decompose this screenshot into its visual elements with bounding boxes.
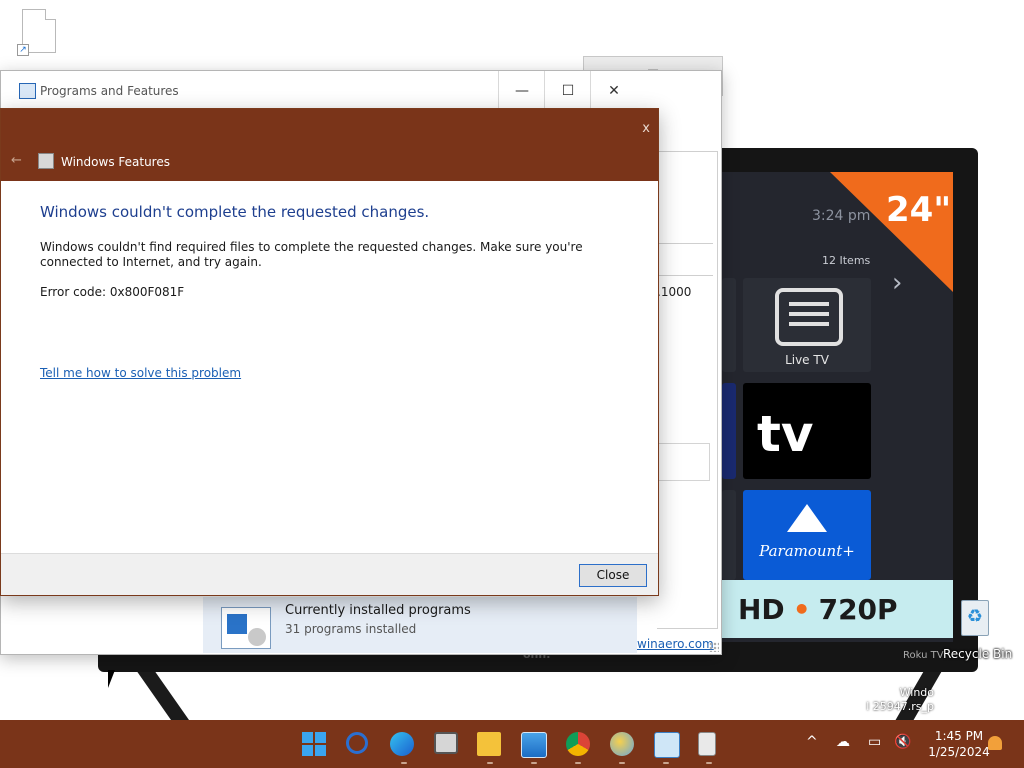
window-titlebar: Programs and Features — ☐ ✕ xyxy=(1,71,721,111)
paramount-logo: Paramount+ xyxy=(759,542,855,560)
tv-chevron-right-icon: › xyxy=(892,268,903,298)
running-indicator xyxy=(575,762,581,764)
tv-roku-label: Roku TV xyxy=(903,650,944,661)
control-panel-icon[interactable] xyxy=(654,732,680,758)
onedrive-icon[interactable]: ☁ xyxy=(836,734,850,750)
divider xyxy=(657,275,713,276)
tv-tile-live-tv: Live TV xyxy=(743,278,871,372)
file-explorer-icon[interactable] xyxy=(477,732,501,756)
dialog-header: x ← Windows Features xyxy=(1,109,658,181)
installed-summary-count: 31 programs installed xyxy=(285,622,417,636)
chrome-icon[interactable] xyxy=(566,732,590,756)
tv-size-badge-text: 24" xyxy=(886,190,952,230)
build-watermark: Windo l 25947.rs_p xyxy=(866,686,934,713)
installed-programs-icon xyxy=(221,607,271,649)
taskbar: ^ ☁ ▭ 🔇 xyxy=(0,720,1024,768)
maximize-button[interactable]: ☐ xyxy=(544,71,591,111)
error-message: Windows couldn't find required files to … xyxy=(40,240,583,269)
installed-summary-title: Currently installed programs xyxy=(285,603,471,618)
show-hidden-icons-chevron-icon[interactable]: ^ xyxy=(806,734,818,750)
edge-pre-icon[interactable] xyxy=(390,732,414,756)
running-indicator xyxy=(531,762,537,764)
live-tv-icon xyxy=(775,288,843,346)
network-icon[interactable]: ▭ xyxy=(868,734,881,750)
close-button[interactable]: Close xyxy=(579,564,647,587)
program-version-cell: .1000 xyxy=(657,285,692,299)
running-indicator xyxy=(663,762,669,764)
clock-time: 1:45 PM xyxy=(934,729,984,743)
running-indicator xyxy=(401,762,407,764)
clock-date: 1/25/2024 xyxy=(928,745,990,759)
windows-start-icon[interactable] xyxy=(302,732,326,756)
tv-items: 12 Items xyxy=(822,254,871,267)
recycle-bin-label[interactable]: Recycle Bin xyxy=(943,647,1012,661)
notification-bell-icon[interactable] xyxy=(988,736,1002,750)
windows-features-dialog: x ← Windows Features Windows couldn't co… xyxy=(0,108,659,596)
installed-summary: Currently installed programs 31 programs… xyxy=(203,597,637,653)
dialog-title: Windows Features xyxy=(61,155,170,169)
details-box xyxy=(657,443,710,481)
search-icon[interactable] xyxy=(346,732,368,754)
notepad-icon[interactable] xyxy=(698,732,716,756)
error-heading: Windows couldn't complete the requested … xyxy=(40,203,430,221)
back-arrow-icon[interactable]: ← xyxy=(11,153,22,168)
paramount-mountain-icon xyxy=(787,504,827,532)
photos-icon[interactable] xyxy=(521,732,547,758)
tv-resolution-banner: HD • 720P xyxy=(720,580,953,638)
apple-tv-logo: tv xyxy=(757,405,814,463)
tv-time: 3:24 pm xyxy=(812,208,871,224)
mouse-cursor-icon xyxy=(108,670,115,688)
tv-tile-apple-tv: tv xyxy=(743,383,871,479)
running-indicator xyxy=(487,762,493,764)
desktop-shortcut-file-icon[interactable]: ↗ xyxy=(17,9,56,56)
clock[interactable]: 1:45 PM 1/25/2024 xyxy=(928,728,990,760)
window-title: Programs and Features xyxy=(40,84,179,98)
winaero-link[interactable]: winaero.com xyxy=(637,637,714,651)
dialog-footer: Close xyxy=(1,553,658,595)
error-code: Error code: 0x800F081F xyxy=(40,285,185,299)
tv-tile-partial xyxy=(722,490,736,580)
close-icon[interactable]: x xyxy=(642,121,650,136)
running-indicator xyxy=(619,762,625,764)
programs-features-icon xyxy=(19,83,36,99)
shortcut-arrow-icon: ↗ xyxy=(17,44,29,56)
tv-tile-paramount: Paramount+ xyxy=(743,490,871,580)
recycle-bin-icon[interactable]: ♻ xyxy=(955,596,993,638)
minimize-button[interactable]: — xyxy=(498,71,545,111)
divider xyxy=(657,243,713,244)
task-view-icon[interactable] xyxy=(434,732,458,754)
paint-icon[interactable] xyxy=(610,732,634,756)
program-list-border xyxy=(657,151,718,629)
windows-features-icon xyxy=(38,153,54,169)
help-link[interactable]: Tell me how to solve this problem xyxy=(40,366,241,380)
tv-tile-partial xyxy=(722,383,736,479)
resize-grip[interactable] xyxy=(709,642,719,652)
close-button[interactable]: ✕ xyxy=(590,71,637,111)
tv-tile-partial xyxy=(722,278,736,372)
running-indicator xyxy=(706,762,712,764)
tv-tile-label: Live TV xyxy=(785,353,829,367)
volume-muted-icon[interactable]: 🔇 xyxy=(894,734,911,750)
